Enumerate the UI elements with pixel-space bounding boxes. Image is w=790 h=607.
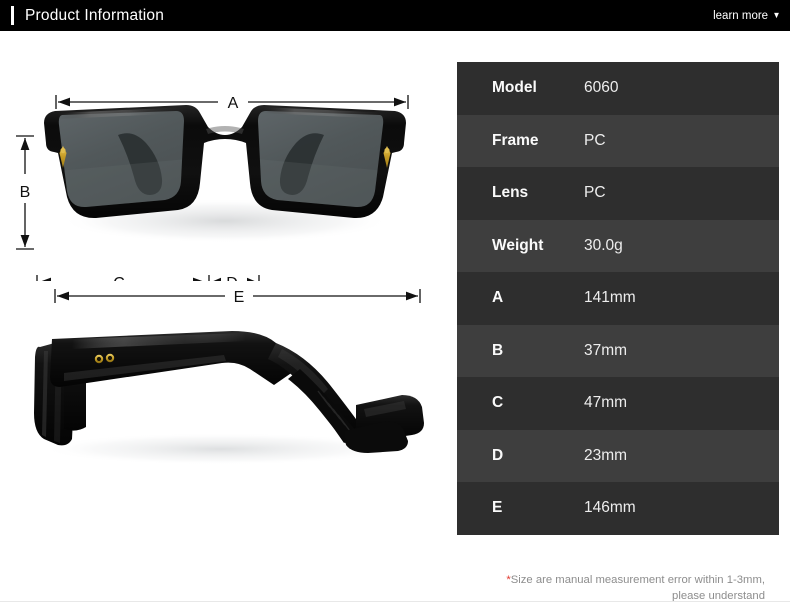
- table-row: A 141mm: [457, 272, 779, 325]
- page-header: Product Information learn more ▼: [0, 0, 790, 31]
- learn-more-label: learn more: [713, 9, 769, 22]
- table-row: D 23mm: [457, 429, 779, 482]
- spec-label: E: [492, 499, 503, 517]
- spec-value: 47mm: [584, 394, 628, 412]
- content-area: A B E Model 6060 Frame PC Lens PC Weight…: [0, 31, 790, 607]
- spec-value: 146mm: [584, 499, 636, 517]
- bottom-divider: [0, 601, 790, 602]
- table-row: Weight 30.0g: [457, 219, 779, 272]
- table-row: Frame PC: [457, 114, 779, 167]
- table-row: Lens PC: [457, 167, 779, 220]
- spec-label: B: [492, 341, 504, 359]
- spec-label: D: [492, 446, 504, 464]
- page-title: Product Information: [25, 6, 165, 24]
- gold-rivet-front: [94, 354, 104, 364]
- spec-value: PC: [584, 131, 606, 149]
- dimension-label-a: A: [228, 95, 239, 112]
- spec-label: Model: [492, 79, 537, 97]
- table-row: C 47mm: [457, 377, 779, 430]
- spec-label: A: [492, 289, 504, 307]
- dimension-label-e: E: [234, 289, 245, 306]
- spec-value: 30.0g: [584, 236, 623, 254]
- table-row: Model 6060: [457, 62, 779, 115]
- note-line-1: Size are manual measurement error within…: [510, 574, 765, 586]
- chevron-down-icon: ▼: [772, 10, 781, 20]
- spec-label: Weight: [492, 236, 544, 254]
- spec-value: 37mm: [584, 341, 628, 359]
- spec-value: 141mm: [584, 289, 636, 307]
- spec-label: Frame: [492, 131, 539, 149]
- table-row: B 37mm: [457, 324, 779, 377]
- spec-label: Lens: [492, 184, 529, 202]
- measurement-note: *Size are manual measurement error withi…: [457, 572, 779, 604]
- spec-value: PC: [584, 184, 606, 202]
- spec-label: C: [492, 394, 504, 412]
- dimension-label-b: B: [20, 184, 31, 201]
- spec-value: 6060: [584, 79, 619, 97]
- spec-value: 23mm: [584, 446, 628, 464]
- gold-rivet-rear: [105, 353, 115, 363]
- specification-table: Model 6060 Frame PC Lens PC Weight 30.0g…: [457, 62, 779, 535]
- sunglasses-front-view-diagram: A B: [0, 31, 450, 281]
- learn-more-button[interactable]: learn more ▼: [713, 10, 781, 22]
- sunglasses-side-view-diagram: E: [0, 281, 450, 541]
- header-accent-bar: [11, 6, 14, 25]
- table-row: E 146mm: [457, 482, 779, 535]
